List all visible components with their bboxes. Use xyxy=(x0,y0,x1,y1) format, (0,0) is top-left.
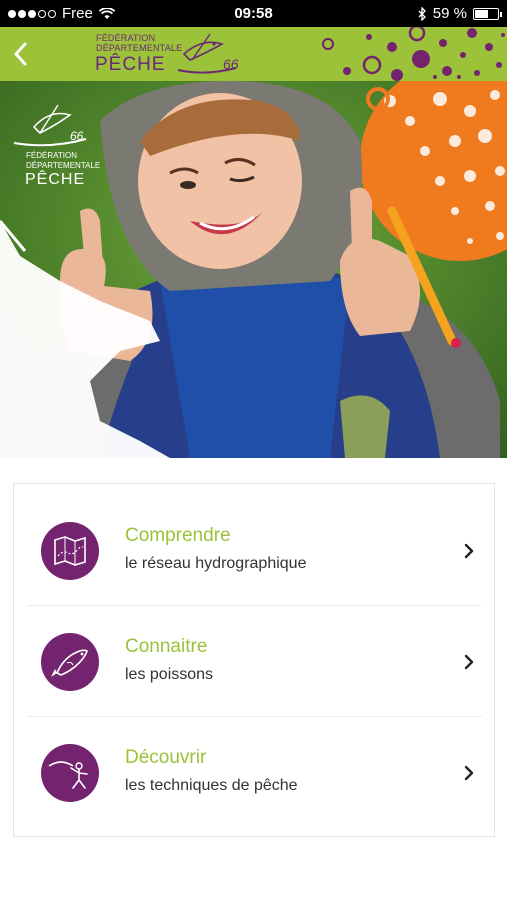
chevron-right-icon xyxy=(464,654,474,670)
map-icon xyxy=(41,522,99,580)
battery-percent: 59 % xyxy=(432,5,467,22)
menu-item-title: Découvrir xyxy=(125,747,207,768)
battery-info: 59 % xyxy=(418,5,502,22)
chevron-right-icon xyxy=(464,543,474,559)
decorative-dots xyxy=(322,27,505,81)
app-header: FÉDÉRATION DÉPARTEMENTALE PÊCHE 66 xyxy=(0,27,507,81)
fish-icon xyxy=(41,633,99,691)
menu-item-subtitle: les poissons xyxy=(125,666,214,683)
hero-image: 66 FÉDÉRATION DÉPARTEMENTALE PÊCHE xyxy=(0,81,507,458)
back-button[interactable] xyxy=(6,36,36,72)
chevron-left-icon xyxy=(14,42,27,66)
menu-item-subtitle: les techniques de pêche xyxy=(125,777,298,794)
menu-card: Comprendre le réseau hydrographique Conn… xyxy=(13,483,495,837)
menu-item-title: Connaitre xyxy=(125,636,208,657)
battery-icon xyxy=(473,7,502,20)
fisherman-icon xyxy=(41,744,99,802)
menu-item-decouvrir[interactable]: Découvrir les techniques de pêche xyxy=(14,706,494,817)
menu-item-subtitle: le réseau hydrographique xyxy=(125,555,307,572)
federation-logo: FÉDÉRATION DÉPARTEMENTALE PÊCHE 66 xyxy=(92,30,252,78)
menu-item-connaitre[interactable]: Connaitre les poissons xyxy=(14,595,494,706)
status-bar: Free 09:58 59 % xyxy=(0,0,507,27)
bluetooth-icon xyxy=(418,6,426,21)
fish-logo-icon xyxy=(13,104,87,147)
menu-item-comprendre[interactable]: Comprendre le réseau hydrographique xyxy=(14,484,494,595)
menu-item-title: Comprendre xyxy=(125,525,231,546)
chevron-right-icon xyxy=(464,765,474,781)
